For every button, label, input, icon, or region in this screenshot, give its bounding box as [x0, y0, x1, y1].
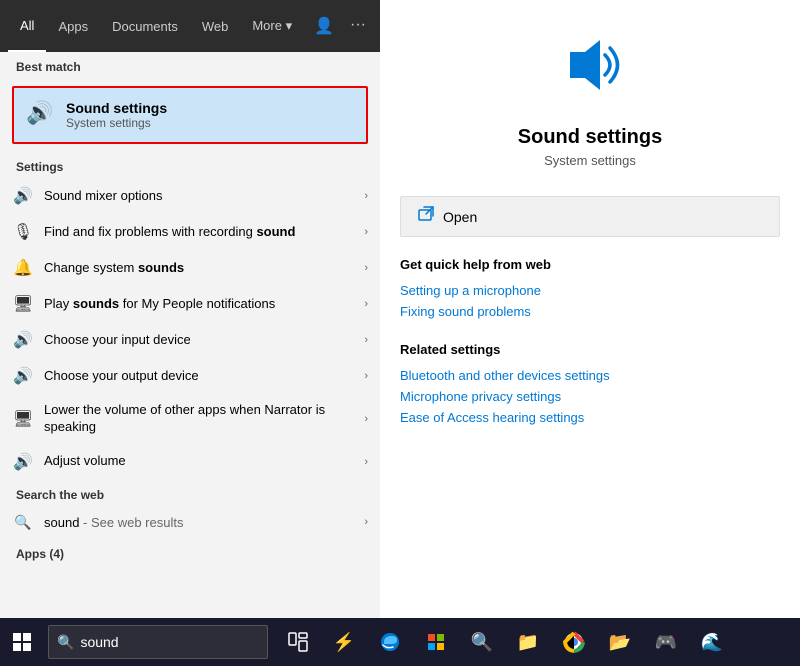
- quick-help-link-1[interactable]: Setting up a microphone: [400, 280, 780, 301]
- tab-apps[interactable]: Apps: [46, 0, 100, 52]
- sound-mixer-label: Sound mixer options: [44, 188, 364, 205]
- best-match-item[interactable]: 🔊 Sound settings System settings: [12, 86, 368, 144]
- narrator-volume-icon: 🖥: [12, 409, 34, 429]
- list-item-system-sounds[interactable]: 🔔 Change system sounds ›: [0, 250, 380, 286]
- task-view-button[interactable]: [276, 620, 320, 664]
- narrator-volume-label: Lower the volume of other apps when Narr…: [44, 402, 364, 436]
- system-sounds-icon: 🔔: [12, 258, 34, 278]
- game-icon-btn[interactable]: 🎮: [644, 620, 688, 664]
- adjust-volume-chevron: ›: [364, 456, 368, 468]
- related-link-3[interactable]: Ease of Access hearing settings: [400, 407, 780, 428]
- related-settings-section: Related settings Bluetooth and other dev…: [380, 330, 800, 436]
- best-match-title: Sound settings: [66, 100, 167, 116]
- recording-label: Find and fix problems with recording sou…: [44, 224, 364, 241]
- search-panel: All Apps Documents Web More ▾ 👤 ··· Best…: [0, 0, 380, 618]
- taskbar: 🔍 ⚡: [0, 618, 800, 666]
- nav-tab-icons: 👤 ···: [308, 12, 372, 40]
- list-item-sound-mixer[interactable]: 🔊 Sound mixer options ›: [0, 178, 380, 214]
- blue-app-btn[interactable]: 🌊: [690, 620, 734, 664]
- nav-tabs: All Apps Documents Web More ▾ 👤 ···: [0, 0, 380, 52]
- chrome-icon-btn[interactable]: [552, 620, 596, 664]
- right-panel-icon: [550, 30, 630, 114]
- right-panel: Sound settings System settings Open Get …: [380, 0, 800, 618]
- input-device-chevron: ›: [364, 334, 368, 346]
- taskbar-search-box[interactable]: 🔍: [48, 625, 268, 659]
- my-people-label: Play sounds for My People notifications: [44, 296, 364, 313]
- taskbar-search-input[interactable]: [80, 634, 260, 650]
- tab-all[interactable]: All: [8, 0, 46, 52]
- start-button[interactable]: [0, 620, 44, 664]
- right-panel-title: Sound settings: [518, 126, 662, 149]
- web-search-item[interactable]: 🔍 sound - See web results ›: [0, 506, 380, 539]
- taskbar-app-icons: ⚡ 🔍 📁: [276, 620, 734, 664]
- right-top: Sound settings System settings: [380, 0, 800, 188]
- open-button[interactable]: Open: [400, 196, 780, 237]
- edge-icon-btn[interactable]: [368, 620, 412, 664]
- input-device-label: Choose your input device: [44, 332, 364, 349]
- tab-more[interactable]: More ▾: [240, 0, 304, 52]
- store-icon-btn[interactable]: [414, 620, 458, 664]
- file-explorer-btn[interactable]: 📁: [506, 620, 550, 664]
- settings-label: Settings: [0, 152, 380, 178]
- sound-mixer-chevron: ›: [364, 190, 368, 202]
- recording-icon: 🎙: [12, 222, 34, 242]
- list-item-adjust-volume[interactable]: 🔊 Adjust volume ›: [0, 444, 380, 480]
- quick-help-title: Get quick help from web: [400, 257, 780, 272]
- system-sounds-chevron: ›: [364, 262, 368, 274]
- list-item-narrator-volume[interactable]: 🖥 Lower the volume of other apps when Na…: [0, 394, 380, 444]
- adjust-volume-label: Adjust volume: [44, 453, 364, 470]
- output-device-icon: 🔊: [12, 366, 34, 386]
- list-item-output-device[interactable]: 🔊 Choose your output device ›: [0, 358, 380, 394]
- more-icon[interactable]: ···: [344, 12, 372, 40]
- quick-help-link-2[interactable]: Fixing sound problems: [400, 301, 780, 322]
- yellow-folder-btn[interactable]: 📂: [598, 620, 642, 664]
- my-people-icon: 🖥: [12, 294, 34, 314]
- related-settings-title: Related settings: [400, 342, 780, 357]
- related-link-1[interactable]: Bluetooth and other devices settings: [400, 365, 780, 386]
- system-sounds-label: Change system sounds: [44, 260, 364, 277]
- open-label: Open: [443, 209, 477, 225]
- list-item-my-people[interactable]: 🖥 Play sounds for My People notification…: [0, 286, 380, 322]
- search-icon-btn[interactable]: 🔍: [460, 620, 504, 664]
- web-search-label: Search the web: [0, 480, 380, 506]
- best-match-subtitle: System settings: [66, 116, 167, 130]
- svg-text:🔊: 🔊: [26, 99, 53, 126]
- recording-chevron: ›: [364, 226, 368, 238]
- best-match-label: Best match: [0, 52, 380, 78]
- output-device-chevron: ›: [364, 370, 368, 382]
- sound-settings-icon: 🔊: [26, 98, 54, 132]
- best-match-text: Sound settings System settings: [66, 100, 167, 130]
- output-device-label: Choose your output device: [44, 368, 364, 385]
- web-search-text: sound - See web results: [44, 515, 183, 530]
- web-search-icon: 🔍: [12, 514, 34, 531]
- taskbar-search-icon: 🔍: [57, 634, 74, 651]
- apps-label: Apps (4): [0, 539, 380, 565]
- my-people-chevron: ›: [364, 298, 368, 310]
- sound-mixer-icon: 🔊: [12, 186, 34, 206]
- results-area: Best match 🔊 Sound settings System setti…: [0, 52, 380, 618]
- tab-web[interactable]: Web: [190, 0, 241, 52]
- open-icon: [417, 205, 435, 228]
- quick-help-section: Get quick help from web Setting up a mic…: [380, 245, 800, 330]
- user-icon[interactable]: 👤: [308, 12, 340, 40]
- adjust-volume-icon: 🔊: [12, 452, 34, 472]
- list-item-input-device[interactable]: 🔊 Choose your input device ›: [0, 322, 380, 358]
- input-device-icon: 🔊: [12, 330, 34, 350]
- list-item-recording-problems[interactable]: 🎙 Find and fix problems with recording s…: [0, 214, 380, 250]
- power-icon-btn[interactable]: ⚡: [322, 620, 366, 664]
- web-search-chevron: ›: [364, 516, 368, 528]
- tab-documents[interactable]: Documents: [100, 0, 190, 52]
- related-link-2[interactable]: Microphone privacy settings: [400, 386, 780, 407]
- right-panel-subtitle: System settings: [544, 153, 636, 168]
- narrator-volume-chevron: ›: [364, 413, 368, 425]
